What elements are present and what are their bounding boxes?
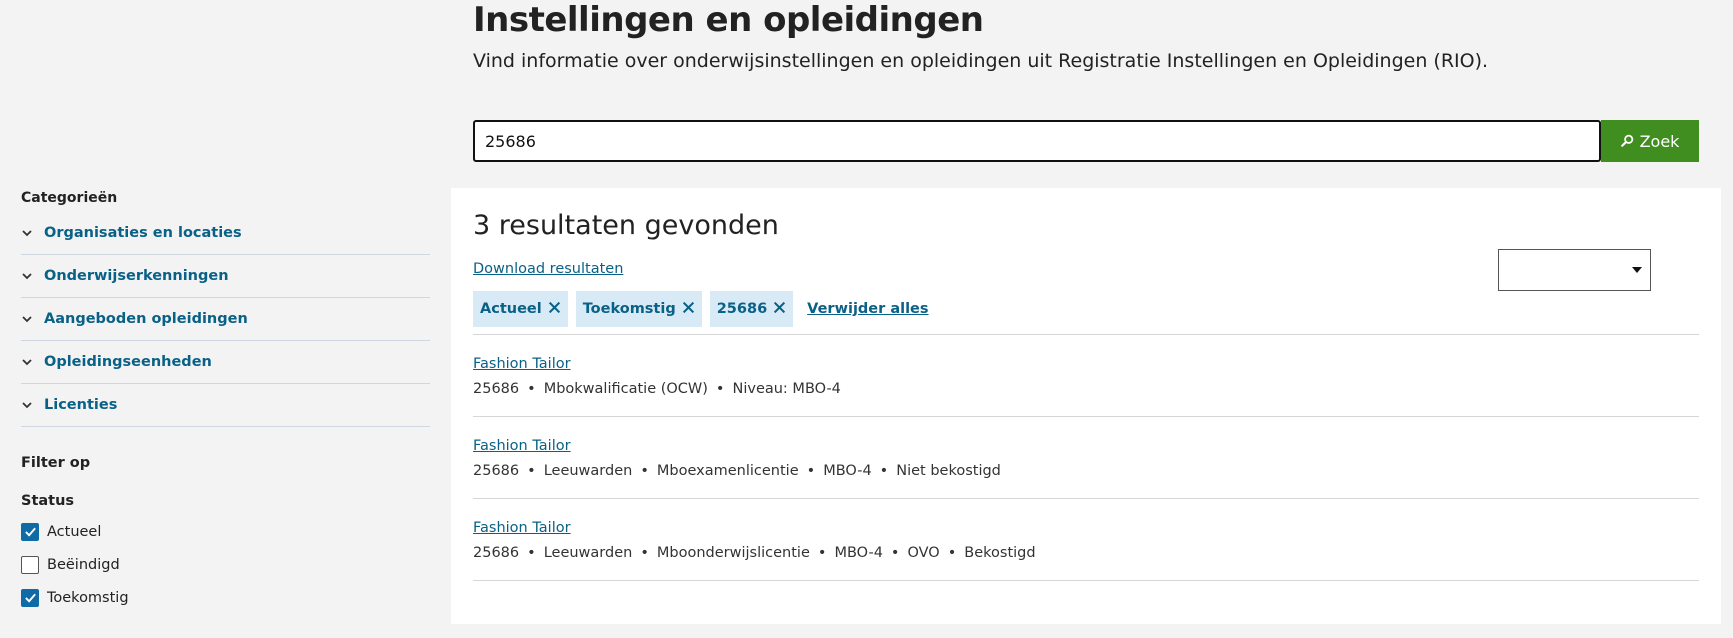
- checkbox-label: Actueel: [47, 523, 102, 540]
- result-title-link[interactable]: Fashion Tailor: [473, 520, 571, 536]
- search-bar: Zoek: [473, 120, 1699, 162]
- bullet-separator: •: [806, 463, 816, 479]
- search-button[interactable]: Zoek: [1601, 120, 1699, 162]
- active-filter-chips: Actueel Toekomstig 25686 Verwijder alles: [473, 291, 929, 327]
- bullet-separator: •: [879, 463, 889, 479]
- results-panel: 3 resultaten gevonden Download resultate…: [451, 188, 1721, 624]
- result-meta: 25686 • Leeuwarden • Mboonderwijslicentie • MB…: [473, 543, 1699, 563]
- close-icon[interactable]: [773, 301, 786, 318]
- category-item[interactable]: Aangeboden opleidingen: [21, 298, 430, 341]
- bullet-separator: •: [715, 381, 725, 397]
- meta-value: Leeuwarden: [543, 545, 633, 561]
- close-icon[interactable]: [548, 301, 561, 318]
- meta-value: Mboexamenlicentie: [656, 463, 799, 479]
- bullet-separator: •: [640, 463, 649, 479]
- filter-heading: Filter op: [21, 455, 91, 471]
- meta-value: 25686: [473, 381, 520, 397]
- filter-chip-label: Toekomstig: [582, 301, 676, 317]
- result-item: Fashion Tailor 25686 • Leeuwarden • Mboonderw…: [473, 499, 1699, 581]
- meta-value: Mboonderwijslicentie: [656, 545, 810, 561]
- categories-heading: Categorieën: [21, 190, 118, 206]
- chevron-down-icon: [21, 313, 34, 326]
- meta-value: 25686: [473, 463, 520, 479]
- meta-value: 25686: [473, 545, 520, 561]
- meta-value: Niveau: MBO-4: [732, 381, 841, 397]
- checkbox[interactable]: [21, 522, 39, 541]
- meta-value: Bekostigd: [964, 545, 1036, 561]
- filter-chip[interactable]: Toekomstig: [575, 291, 702, 327]
- result-meta: 25686 • Mbokwalificatie (OCW) • Niveau: MBO-…: [473, 379, 1699, 399]
- result-title-link[interactable]: Fashion Tailor: [473, 356, 571, 372]
- result-item: Fashion Tailor 25686 • Leeuwarden • Mboexamen…: [473, 417, 1699, 499]
- chevron-down-icon: [21, 399, 34, 412]
- filter-chip[interactable]: Actueel: [473, 291, 568, 327]
- meta-value: Leeuwarden: [543, 463, 633, 479]
- bullet-separator: •: [817, 545, 827, 561]
- checkbox[interactable]: [21, 588, 39, 607]
- search-icon: [1620, 132, 1634, 151]
- page-subtitle: Vind informatie over onderwijsinstelling…: [473, 50, 1489, 72]
- meta-value: Niet bekostigd: [896, 463, 1001, 479]
- checkbox-label: Toekomstig: [47, 589, 129, 606]
- bullet-separator: •: [640, 545, 649, 561]
- category-label: Onderwijserkenningen: [44, 268, 229, 284]
- chevron-down-icon: [21, 270, 34, 283]
- chevron-down-icon: [21, 227, 34, 240]
- sort-select[interactable]: [1498, 249, 1651, 291]
- result-item: Fashion Tailor 25686 • Mbokwalificatie (OCW…: [473, 335, 1699, 417]
- search-button-label: Zoek: [1639, 131, 1680, 151]
- chevron-down-icon: [21, 356, 34, 369]
- category-list: Organisaties en locaties Onderwijserkenni…: [21, 212, 430, 427]
- search-input[interactable]: [473, 120, 1601, 162]
- bullet-separator: •: [890, 545, 900, 561]
- page-title: Instellingen en opleidingen: [473, 0, 984, 40]
- category-item[interactable]: Opleidingseenheden: [21, 341, 430, 384]
- status-heading: Status: [21, 493, 75, 509]
- close-icon[interactable]: [682, 301, 695, 318]
- filter-chip[interactable]: 25686: [709, 291, 794, 327]
- status-filter-option[interactable]: Actueel: [21, 515, 430, 548]
- category-item[interactable]: Organisaties en locaties: [21, 212, 430, 255]
- filter-chip-label: Actueel: [480, 301, 542, 317]
- category-label: Licenties: [44, 397, 118, 413]
- meta-value: Mbokwalificatie (OCW): [543, 381, 708, 397]
- result-title-link[interactable]: Fashion Tailor: [473, 438, 571, 454]
- category-label: Opleidingseenheden: [44, 354, 212, 370]
- meta-value: MBO-4: [823, 463, 872, 479]
- status-filter-option[interactable]: Beëindigd: [21, 548, 430, 581]
- category-item[interactable]: Onderwijserkenningen: [21, 255, 430, 298]
- bullet-separator: •: [527, 545, 536, 561]
- status-filter-option[interactable]: Toekomstig: [21, 581, 430, 614]
- result-list: Fashion Tailor 25686 • Mbokwalificatie (OCW…: [473, 335, 1699, 581]
- category-label: Organisaties en locaties: [44, 225, 242, 241]
- result-meta: 25686 • Leeuwarden • Mboexamenlicentie • MBO-4…: [473, 461, 1699, 481]
- bullet-separator: •: [527, 463, 536, 479]
- download-results-link[interactable]: Download resultaten: [473, 261, 623, 277]
- bullet-separator: •: [947, 545, 957, 561]
- meta-value: OVO: [907, 545, 940, 561]
- bullet-separator: •: [527, 381, 536, 397]
- results-count: 3 resultaten gevonden: [473, 210, 779, 241]
- caret-down-icon: [1632, 267, 1642, 273]
- remove-all-link[interactable]: Verwijder alles: [807, 301, 928, 317]
- category-item[interactable]: Licenties: [21, 384, 430, 427]
- checkbox[interactable]: [21, 555, 39, 574]
- sidebar: Categorieën Organisaties en locaties Onde…: [21, 190, 430, 614]
- checkbox-label: Beëindigd: [47, 556, 120, 573]
- meta-value: MBO-4: [834, 545, 883, 561]
- status-filter-list: Actueel Beëindigd Toekomstig: [21, 515, 430, 614]
- filter-chip-label: 25686: [716, 301, 768, 317]
- category-label: Aangeboden opleidingen: [44, 311, 248, 327]
